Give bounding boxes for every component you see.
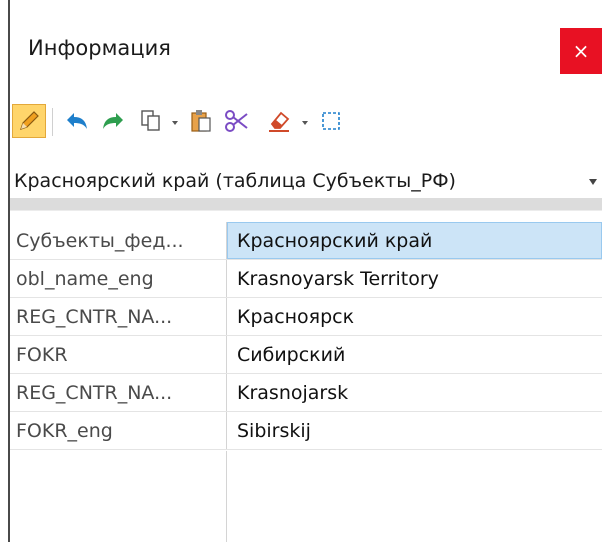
attribute-name: obl_name_eng bbox=[10, 260, 227, 297]
close-icon: × bbox=[572, 39, 590, 63]
toolbar bbox=[10, 92, 602, 154]
column-divider bbox=[226, 451, 227, 542]
toolbar-separator bbox=[52, 108, 53, 136]
feature-selector-dropdown[interactable]: Красноярский край (таблица Субъекты_РФ) bbox=[10, 154, 602, 198]
table-row[interactable]: FOKR Сибирский bbox=[10, 336, 602, 374]
paste-icon bbox=[191, 110, 211, 132]
attribute-value[interactable]: Krasnoyarsk Territory bbox=[227, 260, 602, 297]
panel-divider bbox=[10, 198, 602, 210]
eraser-icon bbox=[269, 111, 290, 132]
cut-icon bbox=[225, 110, 248, 132]
panel-title: Информация bbox=[28, 36, 171, 60]
close-button[interactable]: × bbox=[560, 28, 602, 74]
table-row[interactable]: Субъекты_фед... Красноярский край bbox=[10, 222, 602, 260]
attribute-value[interactable]: Krasnojarsk bbox=[227, 374, 602, 411]
cut-button[interactable] bbox=[220, 104, 254, 138]
eraser-dropdown-arrow-icon[interactable] bbox=[300, 118, 310, 128]
edit-mode-button[interactable] bbox=[12, 104, 46, 138]
attribute-value[interactable]: Красноярский край bbox=[227, 222, 602, 259]
attribute-table: Субъекты_фед... Красноярский край obl_na… bbox=[10, 222, 602, 450]
attribute-value[interactable]: Sibirskij bbox=[227, 412, 602, 449]
attribute-name: FOKR_eng bbox=[10, 412, 227, 449]
attribute-name: FOKR bbox=[10, 336, 227, 373]
attribute-name: REG_CNTR_NA... bbox=[10, 298, 227, 335]
table-row[interactable]: REG_CNTR_NA... Красноярск bbox=[10, 298, 602, 336]
undo-button[interactable] bbox=[60, 104, 94, 138]
redo-icon bbox=[103, 113, 123, 129]
copy-button[interactable] bbox=[134, 104, 168, 138]
attribute-name: Субъекты_фед... bbox=[10, 222, 227, 259]
attribute-value[interactable]: Сибирский bbox=[227, 336, 602, 373]
paste-button[interactable] bbox=[184, 104, 218, 138]
eraser-button[interactable] bbox=[262, 104, 296, 138]
identify-panel: Информация × Красноярский край (таблица … bbox=[0, 0, 602, 542]
table-row[interactable]: REG_CNTR_NA... Krasnojarsk bbox=[10, 374, 602, 412]
table-row[interactable]: FOKR_eng Sibirskij bbox=[10, 412, 602, 450]
title-bar: Информация bbox=[10, 0, 602, 90]
table-top-line bbox=[10, 210, 602, 211]
copy-icon bbox=[141, 110, 160, 131]
select-rectangle-icon bbox=[322, 112, 340, 130]
select-rectangle-button[interactable] bbox=[314, 104, 348, 138]
redo-button[interactable] bbox=[96, 104, 130, 138]
attribute-name: REG_CNTR_NA... bbox=[10, 374, 227, 411]
attribute-value[interactable]: Красноярск bbox=[227, 298, 602, 335]
table-row[interactable]: obl_name_eng Krasnoyarsk Territory bbox=[10, 260, 602, 298]
copy-dropdown-arrow-icon[interactable] bbox=[170, 118, 180, 128]
pencil-icon bbox=[20, 111, 39, 130]
chevron-down-icon[interactable] bbox=[588, 178, 598, 186]
feature-selector-value: Красноярский край (таблица Субъекты_РФ) bbox=[14, 170, 456, 192]
undo-icon bbox=[67, 113, 87, 129]
